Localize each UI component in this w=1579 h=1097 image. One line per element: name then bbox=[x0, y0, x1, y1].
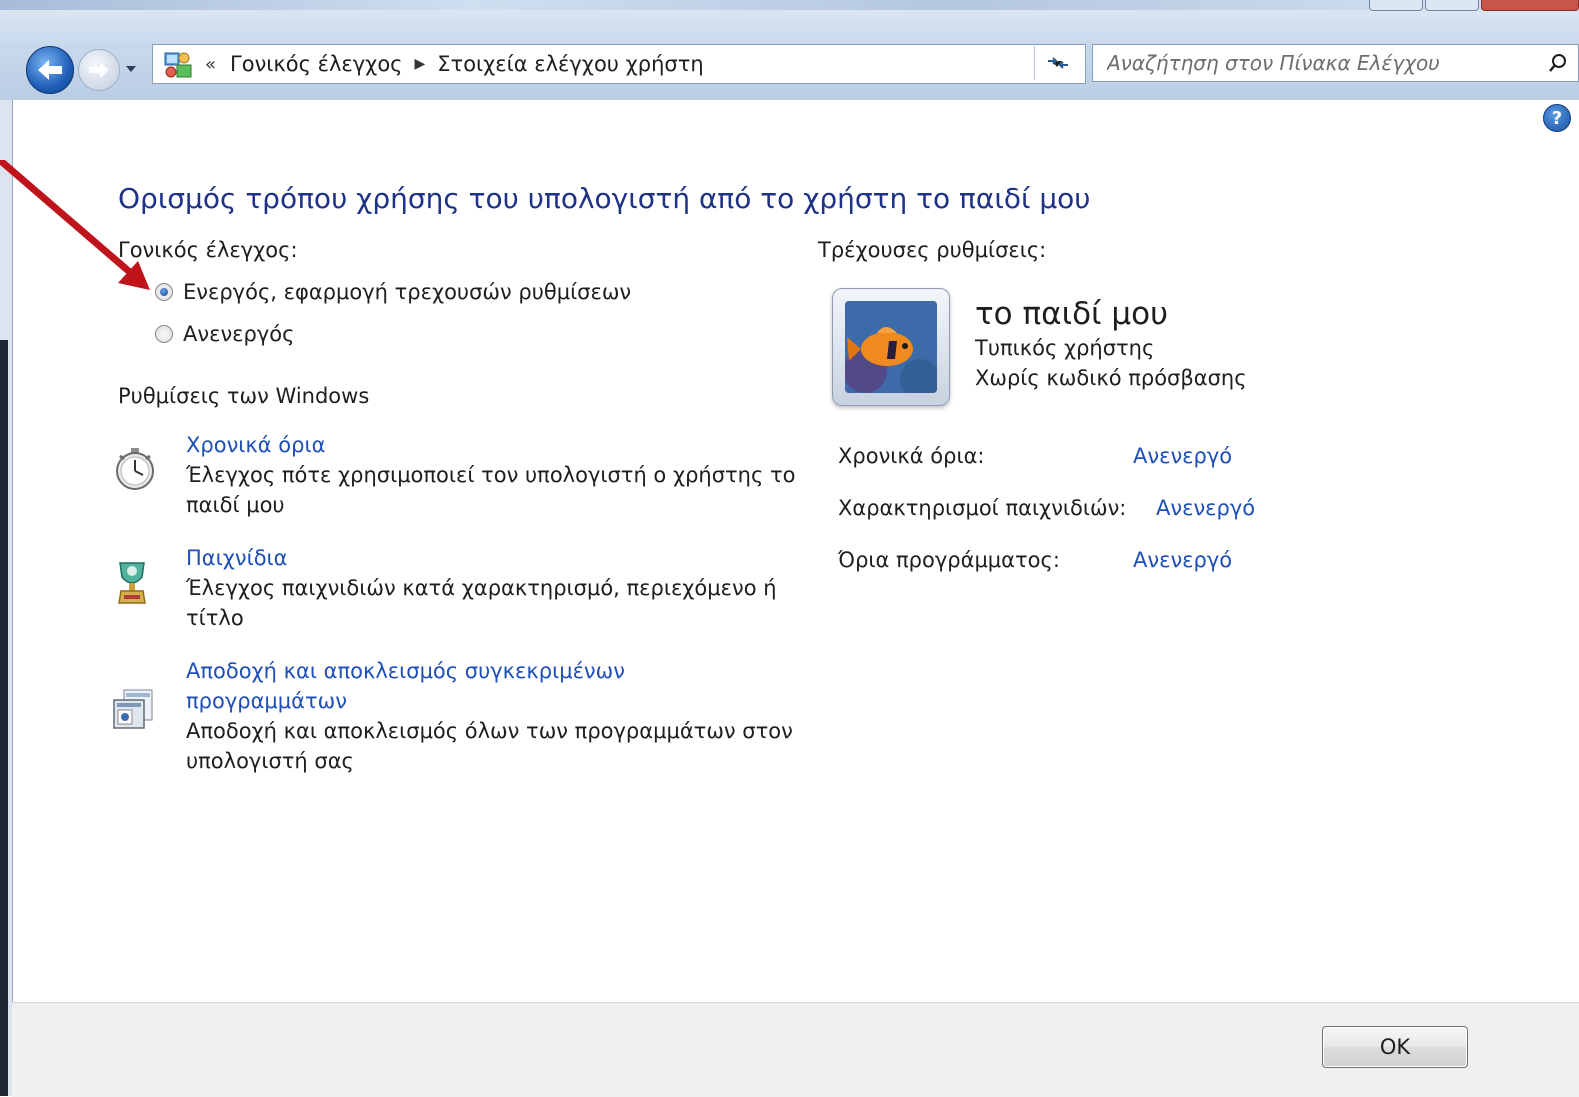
time-limits-status-label: Χρονικά όρια: bbox=[838, 444, 985, 468]
setting-games: Παιχνίδια Έλεγχος παιχνιδιών κατά χαρακτ… bbox=[112, 543, 812, 643]
help-icon[interactable]: ? bbox=[1543, 104, 1571, 132]
user-account-type: Τυπικός χρήστης bbox=[975, 336, 1155, 360]
programs-link[interactable]: Αποδοχή και αποκλεισμός συγκεκριμένων πρ… bbox=[186, 656, 706, 716]
avatar bbox=[832, 288, 950, 406]
game-ratings-status-label: Χαρακτηρισμοί παιχνιδιών: bbox=[838, 496, 1127, 520]
radio-on-row[interactable]: Ενεργός, εφαρμογή τρεχουσών ρυθμίσεων bbox=[155, 280, 631, 304]
radio-on-label[interactable]: Ενεργός, εφαρμογή τρεχουσών ρυθμίσεων bbox=[183, 280, 631, 304]
fish-picture bbox=[845, 301, 937, 393]
breadcrumb-parental-controls[interactable]: Γονικός έλεγχος bbox=[230, 52, 402, 76]
back-button[interactable] bbox=[26, 46, 74, 94]
arrow-left-icon bbox=[38, 60, 62, 80]
radio-off[interactable] bbox=[155, 325, 173, 343]
close-button[interactable] bbox=[1481, 0, 1579, 11]
chevron-down-icon bbox=[126, 66, 136, 72]
address-bar[interactable]: « Γονικός έλεγχος ▶ Στοιχεία ελέγχου χρή… bbox=[152, 44, 1086, 84]
trophy-icon bbox=[112, 559, 162, 609]
refresh-button[interactable] bbox=[1034, 46, 1081, 80]
window-chrome: « Γονικός έλεγχος ▶ Στοιχεία ελέγχου χρή… bbox=[0, 0, 1579, 100]
time-limits-status-value[interactable]: Ανενεργό bbox=[1133, 444, 1232, 468]
minimize-button[interactable] bbox=[1369, 0, 1423, 11]
time-limits-link[interactable]: Χρονικά όρια bbox=[186, 430, 325, 460]
title-bar bbox=[0, 0, 1579, 10]
maximize-button[interactable] bbox=[1425, 0, 1479, 11]
user-name: το παιδί μου bbox=[975, 296, 1169, 332]
windows-settings-heading: Ρυθμίσεις των Windows bbox=[118, 384, 370, 408]
program-limits-status-value[interactable]: Ανενεργό bbox=[1133, 548, 1232, 572]
refresh-icon bbox=[1048, 57, 1068, 69]
breadcrumb-overflow[interactable]: « bbox=[205, 54, 216, 75]
search-box[interactable] bbox=[1092, 44, 1579, 82]
window-left-shadow bbox=[0, 340, 8, 1096]
breadcrumb-separator-icon[interactable]: ▶ bbox=[415, 56, 426, 72]
search-icon[interactable] bbox=[1538, 53, 1578, 73]
games-link[interactable]: Παιχνίδια bbox=[186, 543, 288, 573]
programs-desc: Αποδοχή και αποκλεισμός όλων των προγραμ… bbox=[186, 719, 793, 773]
caption-buttons bbox=[1369, 0, 1579, 11]
page-title: Ορισμός τρόπου χρήσης του υπολογιστή από… bbox=[118, 182, 1091, 215]
arrow-right-icon bbox=[89, 62, 109, 78]
radio-off-row[interactable]: Ανενεργός bbox=[155, 322, 294, 346]
program-window-icon bbox=[112, 686, 162, 736]
current-settings-heading: Τρέχουσες ρυθμίσεις: bbox=[818, 238, 1047, 262]
ok-button[interactable]: OK bbox=[1322, 1026, 1468, 1068]
games-desc: Έλεγχος παιχνιδιών κατά χαρακτηρισμό, πε… bbox=[186, 576, 777, 630]
setting-programs: Αποδοχή και αποκλεισμός συγκεκριμένων πρ… bbox=[112, 656, 812, 786]
time-limits-desc: Έλεγχος πότε χρησιμοποιεί τον υπολογιστή… bbox=[186, 463, 796, 517]
search-input[interactable] bbox=[1093, 50, 1538, 76]
radio-off-label[interactable]: Ανενεργός bbox=[183, 322, 294, 346]
game-ratings-status-value[interactable]: Ανενεργό bbox=[1156, 496, 1255, 520]
stopwatch-icon bbox=[112, 446, 162, 496]
program-limits-status-label: Όρια προγράμματος: bbox=[838, 548, 1060, 572]
annotation-arrow-icon bbox=[0, 160, 150, 290]
recent-pages-dropdown[interactable] bbox=[124, 62, 138, 76]
forward-button[interactable] bbox=[78, 49, 120, 91]
user-password-status: Χωρίς κωδικό πρόσβασης bbox=[975, 366, 1247, 390]
setting-time-limits: Χρονικά όρια Έλεγχος πότε χρησιμοποιεί τ… bbox=[112, 430, 812, 530]
breadcrumb-user-controls[interactable]: Στοιχεία ελέγχου χρήστη bbox=[437, 52, 703, 76]
control-panel-icon bbox=[163, 49, 193, 79]
